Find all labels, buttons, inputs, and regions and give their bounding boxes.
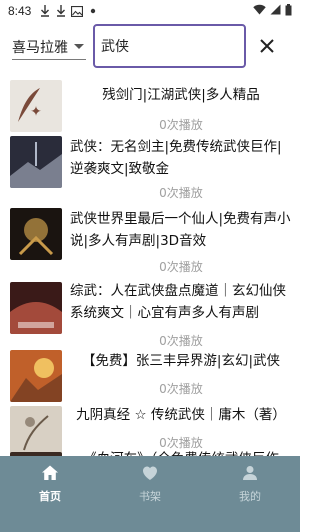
- nav-mine[interactable]: 我的: [200, 456, 300, 532]
- play-count: 0次播放: [159, 334, 203, 348]
- results-list: ✦ 残剑门|江湖武侠|多人精品 0次播放 武侠：无名剑主|免费传统武侠巨作|逆袭…: [0, 74, 300, 456]
- download-icon: [39, 5, 51, 17]
- book-cover: ✦: [10, 80, 62, 132]
- item-title: 九阴真经 ☆ 传统武侠｜庸木（著）: [76, 407, 286, 423]
- item-title: 残剑门|江湖武侠|多人精品: [102, 87, 260, 103]
- play-count: 0次播放: [159, 260, 203, 274]
- book-cover: [10, 282, 62, 334]
- play-count: 0次播放: [159, 186, 203, 200]
- search-input-value: 武侠: [101, 39, 129, 55]
- platform-select-value: 喜马拉雅: [12, 39, 68, 56]
- play-count: 0次播放: [159, 118, 203, 132]
- nav-shelf[interactable]: 书架: [100, 456, 200, 532]
- platform-select[interactable]: 喜马拉雅: [12, 34, 86, 60]
- nav-home[interactable]: 首页: [0, 456, 100, 532]
- list-item[interactable]: 综武：人在武侠盘点魔道｜玄幻仙侠系统爽文｜心宜有声多人有声剧 0次播放: [0, 280, 300, 352]
- heart-icon: [143, 466, 157, 480]
- signal-icon: [270, 4, 281, 18]
- list-item[interactable]: 武侠世界里最后一个仙人|免费有声小说|多人有声剧|3D音效 0次播放: [0, 206, 300, 278]
- book-cover: [10, 136, 62, 188]
- wifi-icon: [253, 4, 266, 18]
- book-cover: [10, 350, 62, 402]
- close-icon: [260, 39, 274, 53]
- nav-home-label: 首页: [39, 490, 61, 503]
- item-title: 武侠：无名剑主|免费传统武侠巨作|逆袭爽文|致敬金: [70, 139, 282, 177]
- item-title: 【免费】张三丰异界游|玄幻|武侠: [81, 353, 281, 369]
- search-input[interactable]: 武侠: [93, 24, 246, 68]
- close-button[interactable]: [255, 34, 279, 58]
- download-icon: [55, 5, 67, 17]
- svg-text:✦: ✦: [30, 104, 42, 120]
- bottom-nav: 首页 书架 我的: [0, 456, 300, 532]
- person-icon: [243, 466, 257, 480]
- battery-icon: [285, 3, 292, 19]
- nav-mine-label: 我的: [239, 490, 261, 503]
- status-bar: 8:43: [0, 0, 300, 22]
- search-row: 喜马拉雅 武侠: [0, 22, 300, 70]
- dot-icon: [87, 5, 99, 17]
- book-cover: [10, 406, 62, 456]
- play-count: 0次播放: [159, 382, 203, 396]
- book-cover: [10, 208, 62, 260]
- image-icon: [71, 5, 84, 17]
- item-title: 《血河车》（全免费传统武侠巨作: [70, 448, 292, 456]
- home-icon: [42, 465, 58, 480]
- list-item[interactable]: 武侠：无名剑主|免费传统武侠巨作|逆袭爽文|致敬金 0次播放: [0, 136, 300, 206]
- nav-shelf-label: 书架: [139, 490, 161, 503]
- status-time: 8:43: [8, 4, 32, 18]
- item-title: 综武：人在武侠盘点魔道｜玄幻仙侠系统爽文｜心宜有声多人有声剧: [70, 283, 286, 321]
- chevron-down-icon: [74, 44, 84, 49]
- item-title: 武侠世界里最后一个仙人|免费有声小说|多人有声剧|3D音效: [70, 211, 291, 249]
- status-right-icons: [253, 3, 292, 19]
- list-item[interactable]: ✦ 残剑门|江湖武侠|多人精品 0次播放: [0, 80, 300, 140]
